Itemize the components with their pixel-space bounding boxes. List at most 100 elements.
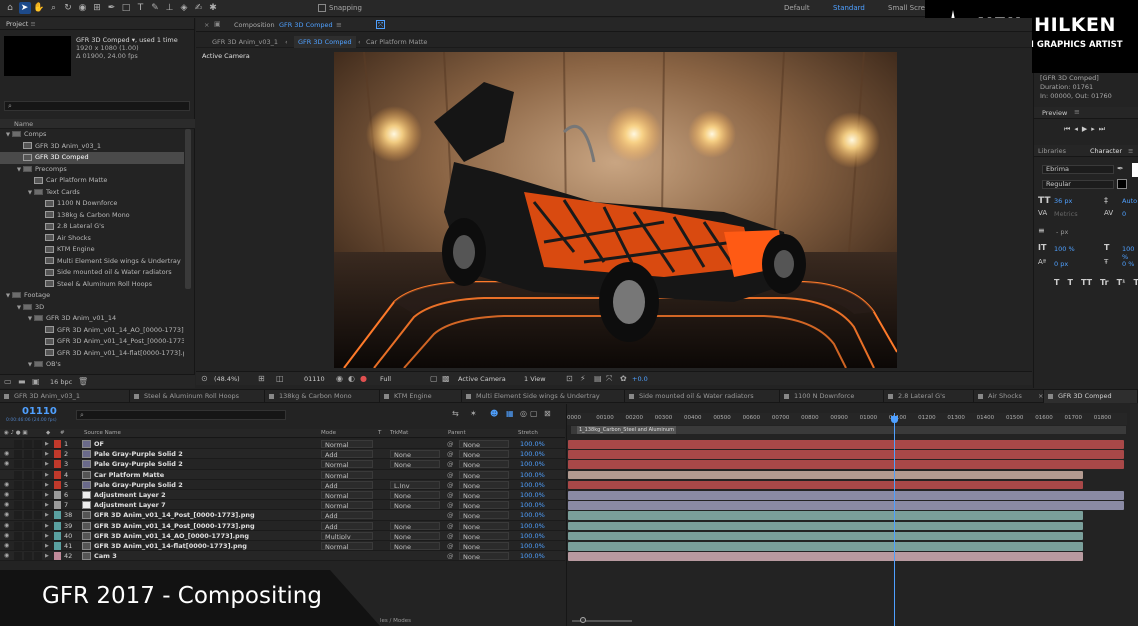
parent-pickwhip-icon[interactable]: @ [447,551,454,561]
expand-layer-icon[interactable]: ▶ [45,459,49,469]
shape-tool-icon[interactable]: □ [120,2,132,14]
table-row[interactable]: ◉ ▶ 2 Pale Gray-Purple Solid 2 Add None @ None 1… [0,449,565,460]
time-ruler[interactable]: 0000 00100 00200 00300 00400 00500 00600 00700 0… [567,413,1127,425]
hand-tool-icon[interactable]: ✋ [33,2,45,14]
stretch-value[interactable]: 100.0% [520,551,545,561]
project-item[interactable]: Air Shocks [0,233,184,245]
parent-pickwhip-icon[interactable]: @ [447,449,454,459]
draft-3d-icon[interactable]: ✶ [470,409,477,418]
eraser-tool-icon[interactable]: ◈ [178,2,190,14]
font-family-dropdown[interactable]: Ebrima [1042,165,1114,174]
faux-style-0[interactable]: T [1054,278,1059,287]
layer-name[interactable]: Cam 3 [94,551,316,561]
timeline-timecode[interactable]: 01110 [22,406,57,417]
magnifier-icon[interactable]: ⊙ [201,374,208,383]
zoom-tool-icon[interactable]: ⌕ [48,2,60,14]
kerning-value[interactable]: Metrics [1054,210,1078,218]
trkmat-dropdown[interactable]: None [390,460,440,469]
toggle-pixel-aspect-icon[interactable]: ⊡ [566,374,573,383]
expand-layer-icon[interactable]: ▶ [45,480,49,490]
label-color-swatch[interactable] [54,542,61,550]
faux-style-1[interactable]: T [1067,278,1072,287]
mode-dropdown[interactable]: Add [321,521,373,530]
switch-box[interactable] [24,542,32,550]
switch-box[interactable] [34,542,42,550]
stretch-value[interactable]: 100.0% [520,541,545,551]
brush-tool-icon[interactable]: ✎ [149,2,161,14]
table-row[interactable]: ▶ 1 OF Normal @ None 100.0% [0,439,565,450]
parent-pickwhip-icon[interactable]: @ [447,541,454,551]
layer-name[interactable]: Car Platform Matte [94,470,316,480]
workspace-default[interactable]: Default [784,4,810,12]
timeline-tab[interactable]: 2.8 Lateral G's [884,390,974,403]
eye-visibility-icon[interactable]: ◉ [4,449,9,459]
eye-visibility-icon[interactable]: ◉ [4,521,9,531]
expand-layer-icon[interactable]: ▶ [45,551,49,561]
font-style-dropdown[interactable]: Regular [1042,180,1114,189]
eye-visibility-icon[interactable]: ◉ [4,531,9,541]
puppet-pin-icon[interactable]: ✱ [207,2,219,14]
project-item[interactable]: 2.8 Lateral G's [0,221,184,233]
parent-pickwhip-icon[interactable]: @ [447,531,454,541]
new-folder-icon[interactable]: ▬ [18,377,26,386]
project-item[interactable]: 1100 N Downforce [0,198,184,210]
exposure-value[interactable]: +0.0 [632,375,648,383]
switch-box[interactable] [14,480,22,489]
eye-visibility-icon[interactable]: ◉ [4,500,9,510]
comp-mini-flowchart-icon[interactable]: ⇆ [452,409,459,418]
project-item[interactable]: ▼ Precomps [0,164,184,176]
project-scrollbar[interactable] [185,129,191,289]
label-color-swatch[interactable] [54,450,61,459]
disclosure-triangle-icon[interactable]: ▼ [26,188,34,199]
source-name-column[interactable]: Source Name [84,429,121,438]
play-icon[interactable]: ▶ [1082,125,1091,133]
table-row[interactable]: ◉ ▶ 3 Pale Gray-Purple Solid 2 Normal None @ No… [0,459,565,470]
mode-dropdown[interactable]: Normal [321,501,373,510]
tracking-value[interactable]: 0 [1122,210,1126,218]
layer-duration-bar[interactable] [568,440,1124,449]
camera-tool-icon[interactable]: ◉ [77,2,89,14]
column-name[interactable]: Name [14,120,33,128]
switch-box[interactable] [24,480,32,489]
panel-menu-icon[interactable]: ≡ [336,21,342,29]
project-item[interactable]: ▼ 3D [0,302,184,314]
selected-item-name[interactable]: GFR 3D Comped ▾ [76,36,135,44]
roto-brush-icon[interactable]: ✍ [193,2,205,14]
table-row[interactable]: ◉ ▶ 41 GFR 3D Anim_v01_14-flat[0000-1773].p… [0,541,565,552]
table-row[interactable]: ◉ ▶ 7 Adjustment Layer 7 Normal None @ None 100.… [0,500,565,511]
project-item[interactable]: GFR 3D Anim_v01_14_AO_[0000-1773].p [0,325,184,337]
trkmat-dropdown[interactable]: None [390,542,440,550]
table-row[interactable]: ◉ ▶ 40 GFR 3D Anim_v01_14_AO_[0000-1773].pn… [0,530,565,541]
switch-box[interactable] [24,440,32,448]
parent-pickwhip-icon[interactable]: @ [447,521,454,531]
timeline-search-input[interactable]: ⌕ [76,410,286,420]
stretch-value[interactable]: 100.0% [520,521,545,531]
switch-box[interactable] [34,521,42,530]
stretch-value[interactable]: 100.0% [520,531,545,541]
layer-duration-bar[interactable] [568,511,1084,520]
stretch-column[interactable]: Stretch [518,429,538,438]
first-frame-icon[interactable]: ⏮ [1064,125,1074,133]
camera-view-dropdown[interactable]: Active Camera [458,375,506,383]
switch-box[interactable] [34,470,42,479]
switch-box[interactable] [24,531,32,540]
parent-dropdown[interactable]: None [459,460,509,469]
switch-box[interactable] [14,491,22,499]
snapping-checkbox[interactable] [318,4,326,12]
layer-duration-bar[interactable] [568,501,1124,510]
trkmat-dropdown[interactable]: None [390,521,440,530]
layer-name[interactable]: Pale Gray-Purple Solid 2 [94,459,316,469]
layer-duration-bar[interactable] [568,542,1084,551]
reset-exposure-icon[interactable]: ✿ [620,374,627,383]
timeline-tab[interactable]: GFR 3D Anim_v03_1 [0,390,130,403]
stroke-width-value[interactable]: - px [1056,228,1068,236]
label-color-swatch[interactable] [54,470,61,479]
parent-dropdown[interactable]: None [459,450,509,459]
snapshot-icon[interactable]: ◉ [336,374,343,383]
project-item[interactable]: 138kg & Carbon Mono [0,210,184,222]
pan-behind-tool-icon[interactable]: ⊞ [91,2,103,14]
timeline-tab[interactable]: Air Shocks [974,390,1044,403]
project-item[interactable]: ▼ OB's [0,359,184,371]
switch-box[interactable] [14,531,22,540]
layer-name[interactable]: Pale Gray-Purple Solid 2 [94,449,316,459]
